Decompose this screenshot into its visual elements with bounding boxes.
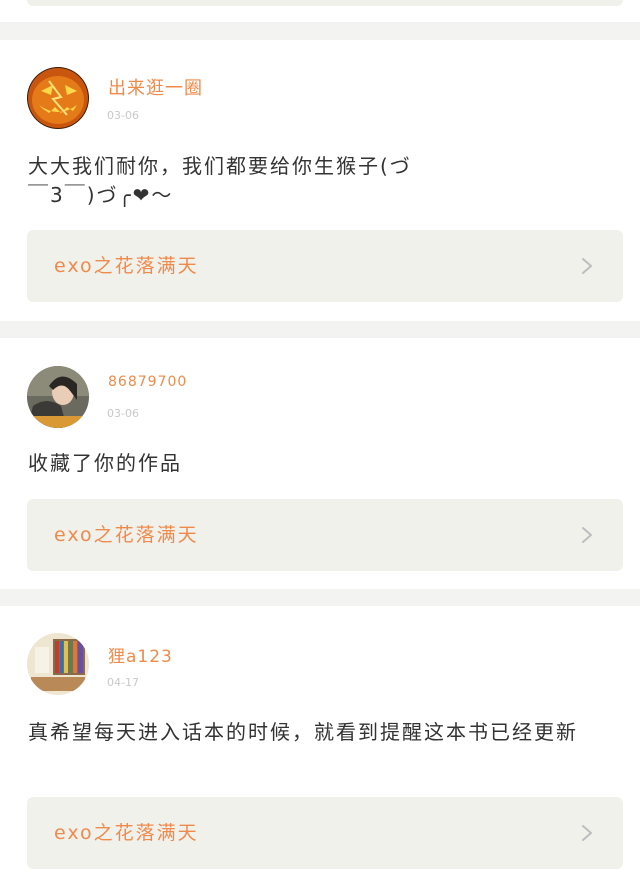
comment-date: 03-06 [107, 109, 139, 122]
comment-card: 出来逛一圈 03-06 大大我们耐你，我们都要给你生猴子(づ￣3￣)づ╭❤～ e… [0, 40, 640, 321]
comment-feed: 出来逛一圈 03-06 大大我们耐你，我们都要给你生猴子(づ￣3￣)づ╭❤～ e… [0, 0, 640, 883]
avatar[interactable] [27, 67, 89, 129]
bookshelf-avatar-icon [27, 633, 89, 695]
comment-card: 狸a123 04-17 真希望每天进入话本的时候，就看到提醒这本书已经更新 ex… [0, 606, 640, 883]
comment-date: 03-06 [107, 407, 139, 420]
work-title: exo之花落满天 [54, 822, 199, 844]
work-link[interactable]: exo之花落满天 [27, 797, 623, 869]
previous-comment-card [0, 0, 640, 22]
comment-date: 04-17 [107, 676, 139, 689]
work-link[interactable]: exo之花落满天 [27, 499, 623, 571]
avatar[interactable] [27, 366, 89, 428]
comment-text: 收藏了你的作品 [28, 451, 182, 475]
username[interactable]: 狸a123 [108, 642, 173, 667]
chevron-right-icon [582, 825, 592, 841]
work-title: exo之花落满天 [54, 524, 199, 546]
work-title: exo之花落满天 [54, 255, 199, 277]
comment-text: 大大我们耐你，我们都要给你生猴子(づ￣3￣)づ╭❤～ [28, 154, 412, 207]
pumpkin-avatar-icon [27, 67, 89, 129]
work-link[interactable]: exo之花落满天 [27, 230, 623, 302]
chevron-right-icon [582, 527, 592, 543]
comment-text: 真希望每天进入话本的时候，就看到提醒这本书已经更新 [28, 720, 578, 744]
username[interactable]: 86879700 [108, 374, 187, 390]
avatar[interactable] [27, 633, 89, 695]
chevron-right-icon [582, 258, 592, 274]
previous-work-link-edge[interactable] [27, 0, 623, 6]
comment-card: 86879700 03-06 收藏了你的作品 exo之花落满天 [0, 338, 640, 589]
username[interactable]: 出来逛一圈 [108, 74, 203, 100]
girl-photo-avatar-icon [27, 366, 89, 428]
